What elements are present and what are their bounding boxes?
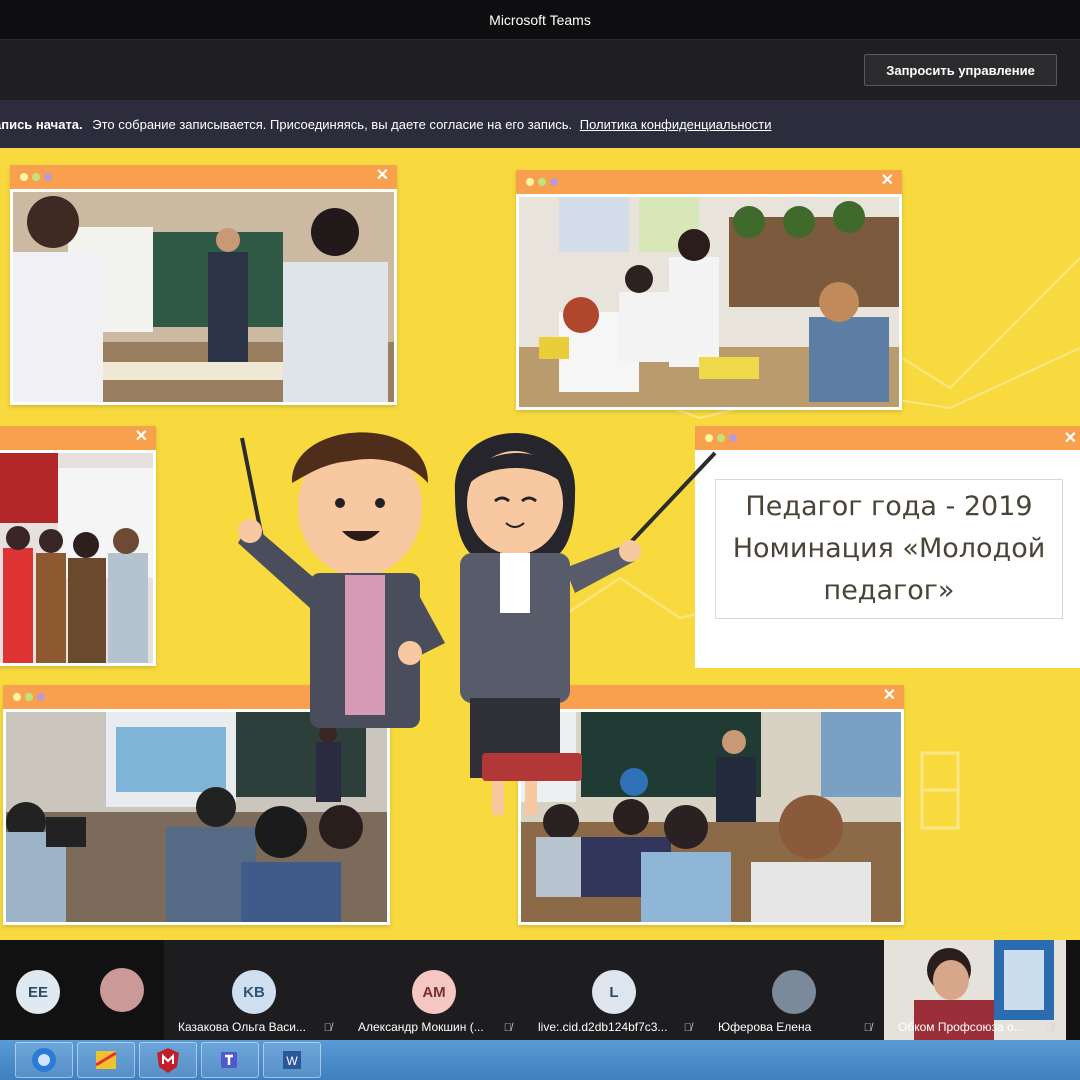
photo-window-bar: ✕ [0, 426, 156, 450]
close-icon: ✕ [134, 428, 148, 445]
app-taskbar-icon[interactable] [77, 1042, 135, 1078]
close-icon: ✕ [375, 167, 389, 184]
participant-name: Юферова Елена [718, 1020, 812, 1034]
photo-window-lab: ✕ [516, 170, 902, 410]
shared-screen: ✕ ✕ ✕ ✕ ✕ Педагог года - 2019 Номинация … [0, 148, 1080, 940]
mic-off-icon: 🎙̸ [503, 1022, 512, 1034]
photo-window-group: ✕ [0, 426, 156, 666]
slide-title: Педагог года - 2019 Номинация «Молодой п… [715, 479, 1063, 619]
window-titlebar: Microsoft Teams [0, 0, 1080, 40]
participant-avatar-photo [772, 970, 816, 1014]
teams-taskbar-icon[interactable] [201, 1042, 259, 1078]
participant-avatar-photo [100, 968, 144, 1012]
close-icon: ✕ [880, 172, 894, 189]
participant-tile[interactable]: L live:.cid.d2db124bf7c3... 🎙̸ [524, 940, 704, 1040]
slide-title-line-1: Педагог года - 2019 [745, 491, 1033, 522]
close-icon: ✕ [882, 687, 896, 704]
teachers-illustration [238, 432, 717, 815]
photo-window-classroom-1: ✕ [10, 165, 397, 405]
antivirus-taskbar-icon[interactable] [139, 1042, 197, 1078]
mic-off-icon: 🎙̸ [1045, 1022, 1054, 1034]
recording-notice: Это собрание записывается. Присоединяясь… [92, 116, 573, 132]
recording-status: апись начата. [0, 116, 83, 132]
participant-name: Александр Мокшин (... [358, 1020, 484, 1034]
privacy-policy-link[interactable]: Политика конфиденциальности [580, 117, 772, 132]
slide-title-line-3: педагог» [823, 575, 955, 606]
slide-title-line-2: Номинация «Молодой [732, 533, 1046, 564]
svg-text:W: W [286, 1054, 298, 1068]
participant-name: live:.cid.d2db124bf7c3... [538, 1020, 668, 1034]
window-title: Microsoft Teams [489, 11, 591, 28]
windows-taskbar: W [0, 1040, 1080, 1080]
participant-tile[interactable]: Юферова Елена 🎙̸ [704, 940, 884, 1040]
recording-banner: апись начата. Это собрание записывается.… [0, 100, 1080, 148]
close-icon: ✕ [1063, 430, 1077, 447]
photo-window-bar: ✕ [10, 165, 397, 189]
slide-title-window: ✕ Педагог года - 2019 Номинация «Молодой… [695, 426, 1080, 668]
lab-photo [519, 197, 899, 407]
participant-avatar: EE [16, 970, 60, 1014]
participant-avatar: L [592, 970, 636, 1014]
mic-off-icon: 🎙̸ [863, 1022, 872, 1034]
participant-tile[interactable]: KB Казакова Ольга Васи... 🎙̸ [164, 940, 344, 1040]
browser-taskbar-icon[interactable] [15, 1042, 73, 1078]
title-window-bar: ✕ [695, 426, 1080, 450]
mic-off-icon: 🎙̸ [323, 1022, 332, 1034]
word-taskbar-icon[interactable]: W [263, 1042, 321, 1078]
participant-tile[interactable]: AM Александр Мокшин (... 🎙̸ [344, 940, 524, 1040]
mic-off-icon: 🎙̸ [683, 1022, 692, 1034]
participant-tile[interactable] [82, 940, 164, 1040]
request-control-button[interactable]: Запросить управление [864, 54, 1057, 86]
classroom-photo [13, 192, 394, 402]
participant-avatar: AM [412, 970, 456, 1014]
meeting-toolbar: Запросить управление [0, 40, 1080, 100]
participant-name: Обком Профсоюза о... [898, 1020, 1024, 1034]
photo-window-bar: ✕ [516, 170, 902, 194]
group-photo [0, 453, 153, 663]
participant-avatar: KB [232, 970, 276, 1014]
participant-video-tile[interactable]: Обком Профсоюза о... 🎙̸ [884, 940, 1066, 1040]
participant-tile[interactable]: EE [0, 940, 82, 1040]
participant-name: Казакова Ольга Васи... [178, 1020, 306, 1034]
participants-strip: EE KB Казакова Ольга Васи... 🎙̸ AM Алекс… [0, 940, 1080, 1040]
